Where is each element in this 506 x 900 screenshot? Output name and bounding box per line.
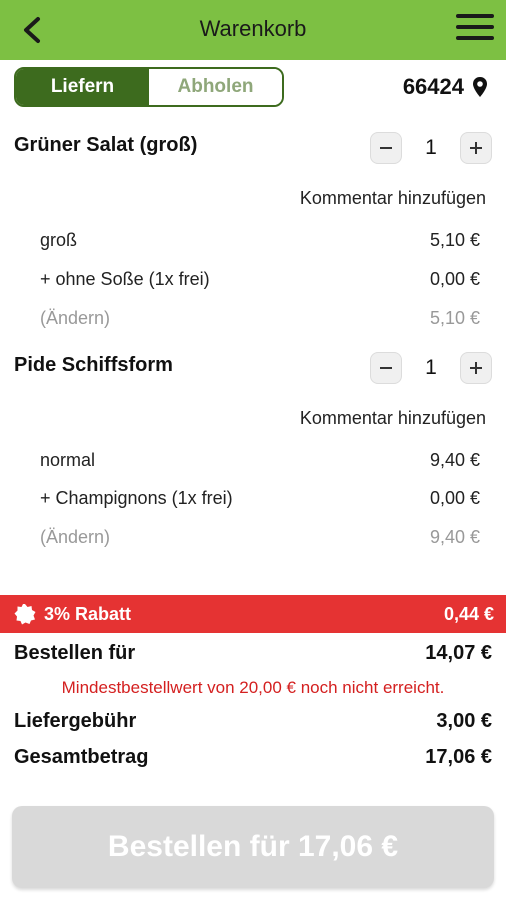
page-title: Warenkorb — [199, 16, 307, 41]
discount-label: 3% Rabatt — [44, 603, 132, 624]
discount-bar: 3% Rabatt 0,44 € — [0, 595, 506, 633]
option-price: 9,40 € — [429, 450, 480, 470]
minus-icon — [380, 367, 392, 369]
option-label: + ohne Soße (1x frei) — [40, 269, 210, 289]
total-row: Gesamtbetrag 17,06 € — [14, 746, 492, 769]
option-label: normal — [40, 450, 96, 470]
option-label: + Champignons (1x frei) — [40, 488, 233, 508]
add-comment-link[interactable]: Kommentar hinzufügen — [300, 408, 486, 429]
add-comment-link[interactable]: Kommentar hinzufügen — [300, 188, 486, 209]
plus-icon — [470, 142, 482, 154]
minus-icon — [380, 147, 392, 149]
min-order-warning: Mindestbestellwert von 20,00 € noch nich… — [61, 678, 445, 697]
item-option-line: + Champignons (1x frei) 0,00 € — [40, 488, 480, 509]
option-price: 0,00 € — [429, 488, 480, 508]
hamburger-menu-icon — [456, 14, 494, 18]
subtotal-amount: 14,07 € — [425, 642, 492, 664]
item-option-line: normal 9,40 € — [40, 450, 480, 471]
total-label: Gesamtbetrag — [14, 746, 149, 768]
map-pin-icon — [473, 77, 487, 97]
decrement-button[interactable] — [370, 132, 402, 164]
menu-button[interactable] — [456, 14, 494, 46]
increment-button[interactable] — [460, 352, 492, 384]
delivery-fee-label: Liefergebühr — [14, 710, 137, 732]
subtotal-label: Bestellen für — [14, 642, 136, 664]
option-price: 5,10 € — [429, 230, 480, 250]
pickup-tab[interactable]: Abholen — [149, 69, 282, 105]
item-option-line: + ohne Soße (1x frei) 0,00 € — [40, 269, 480, 290]
total-amount: 17,06 € — [425, 746, 492, 768]
quantity-value: 1 — [425, 356, 437, 379]
item-option-line: groß 5,10 € — [40, 230, 480, 251]
place-order-button[interactable]: Bestellen für 17,06 € — [12, 806, 494, 888]
option-label: groß — [40, 230, 78, 250]
deliver-tab[interactable]: Liefern — [16, 69, 149, 105]
quantity-stepper: 1 — [370, 352, 492, 384]
zip-code: 66424 — [402, 74, 464, 99]
discount-amount: 0,44 € — [443, 603, 494, 624]
edit-item-link[interactable]: (Ändern) — [40, 527, 110, 548]
item-total: 9,40 € — [429, 527, 480, 547]
quantity-stepper: 1 — [370, 132, 492, 164]
delivery-fee-row: Liefergebühr 3,00 € — [14, 710, 492, 733]
cart-item-name: Grüner Salat (groß) — [14, 134, 198, 156]
delivery-fee-amount: 3,00 € — [436, 710, 492, 732]
option-price: 0,00 € — [429, 269, 480, 289]
plus-icon — [470, 362, 482, 374]
badge-icon — [14, 604, 36, 625]
quantity-value: 1 — [425, 136, 437, 159]
zip-location[interactable]: 66424 — [403, 74, 488, 100]
item-total: 5,10 € — [429, 308, 480, 328]
increment-button[interactable] — [460, 132, 492, 164]
cart-item-name: Pide Schiffsform — [14, 354, 173, 376]
decrement-button[interactable] — [370, 352, 402, 384]
item-edit-line: (Ändern) 9,40 € — [40, 527, 480, 548]
subtotal-row: Bestellen für 14,07 € — [14, 642, 492, 665]
item-edit-line: (Ändern) 5,10 € — [40, 308, 480, 329]
delivery-mode-toggle: Liefern Abholen — [14, 67, 284, 107]
edit-item-link[interactable]: (Ändern) — [40, 308, 110, 329]
top-bar: Warenkorb — [0, 0, 506, 60]
